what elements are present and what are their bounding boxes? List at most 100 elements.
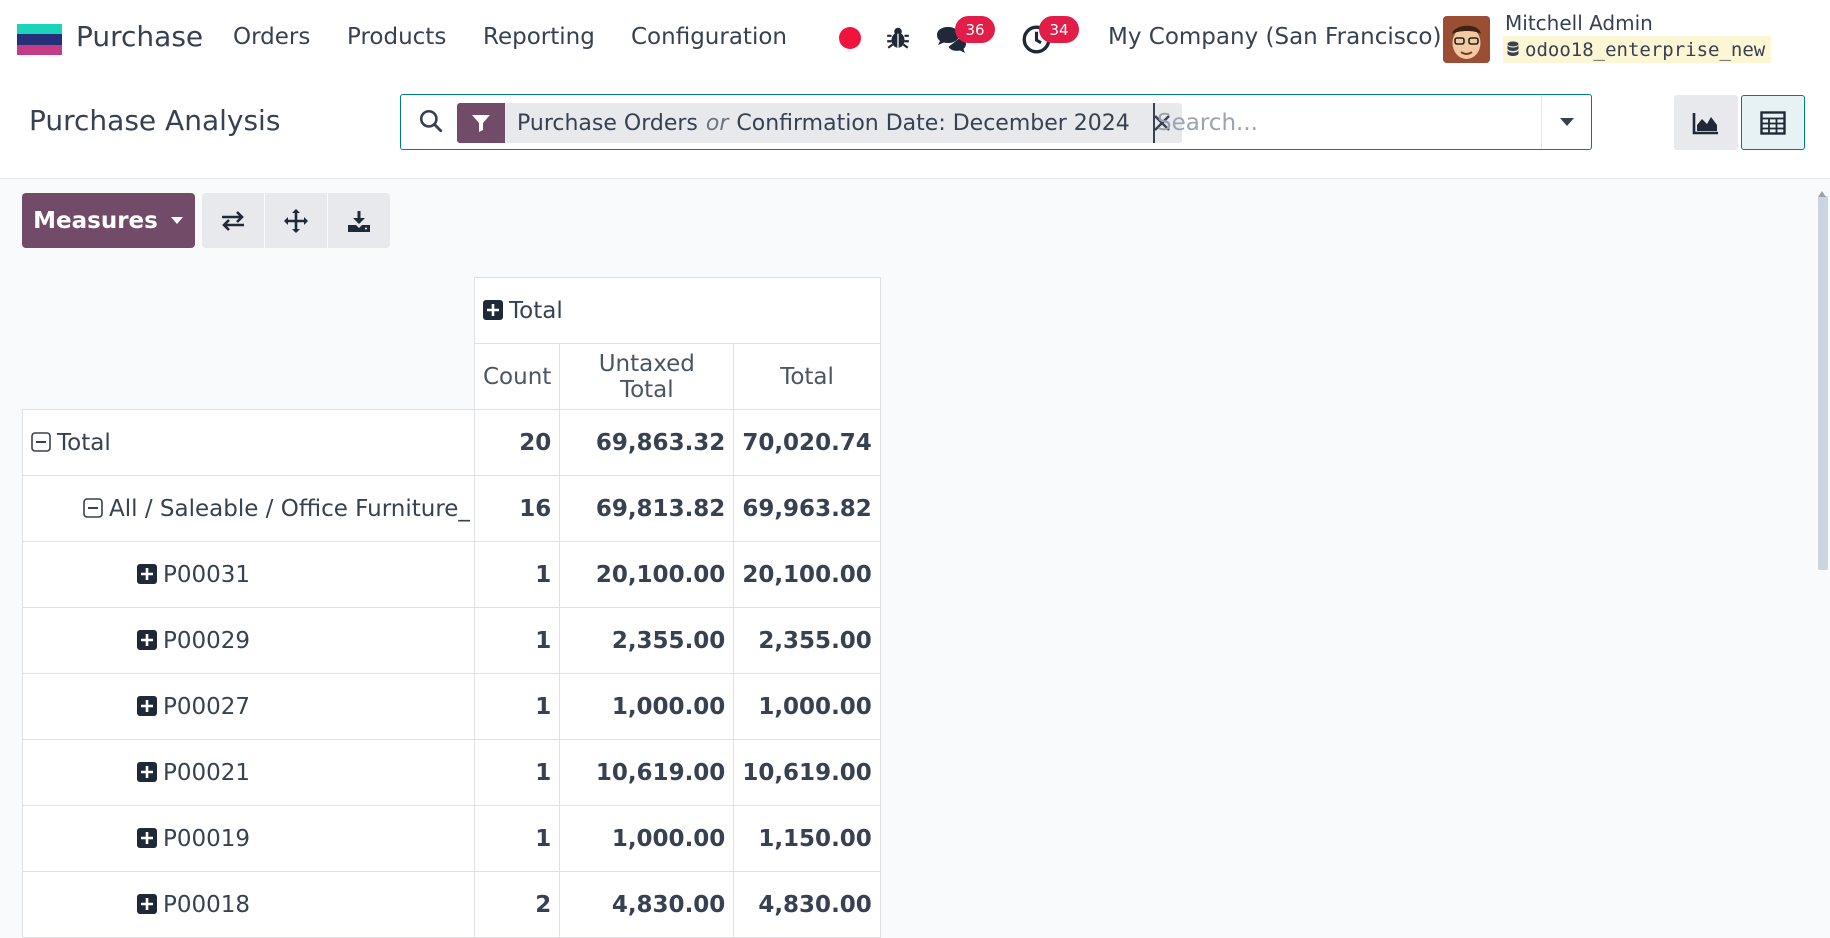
row-label: P00029 xyxy=(163,627,251,654)
cell-untaxed-total[interactable]: 69,813.82 xyxy=(559,475,735,542)
table-row: P00031 1 20,100.00 20,100.00 xyxy=(22,541,881,608)
record-dot-icon[interactable] xyxy=(839,27,861,49)
search-bar[interactable]: Purchase Orders or Confirmation Date: De… xyxy=(400,94,1592,150)
cell-count[interactable]: 1 xyxy=(473,607,561,674)
graph-view-button[interactable] xyxy=(1674,95,1738,150)
cell-count[interactable]: 20 xyxy=(473,409,561,476)
plus-square-icon xyxy=(137,563,157,584)
database-label: odoo18_enterprise_new xyxy=(1503,36,1772,63)
exchange-icon xyxy=(222,210,244,231)
facet-values: Purchase Orders or Confirmation Date: De… xyxy=(505,103,1142,143)
measure-untaxed-total[interactable]: Untaxed Total xyxy=(559,343,735,410)
cell-count[interactable]: 16 xyxy=(473,475,561,542)
scroll-up-arrow-icon[interactable] xyxy=(1818,182,1826,201)
cell-untaxed-total[interactable]: 69,863.32 xyxy=(559,409,735,476)
cell-total[interactable]: 4,830.00 xyxy=(733,871,881,938)
table-row: P00027 1 1,000.00 1,000.00 xyxy=(22,673,881,740)
plus-square-icon xyxy=(483,299,503,320)
row-label: Total xyxy=(57,429,111,456)
page-title: Purchase Analysis xyxy=(29,104,281,137)
row-label: P00021 xyxy=(163,759,251,786)
row-header-order[interactable]: P00029 xyxy=(22,607,475,674)
row-header-order[interactable]: P00018 xyxy=(22,871,475,938)
row-header-total[interactable]: Total xyxy=(22,409,475,476)
cell-count[interactable]: 2 xyxy=(473,871,561,938)
cell-untaxed-total[interactable]: 1,000.00 xyxy=(559,805,735,872)
pivot-view-button[interactable] xyxy=(1741,95,1805,150)
avatar[interactable] xyxy=(1443,16,1490,63)
cell-total[interactable]: 20,100.00 xyxy=(733,541,881,608)
cell-total[interactable]: 69,963.82 xyxy=(733,475,881,542)
menu-products[interactable]: Products xyxy=(347,24,446,50)
database-name: odoo18_enterprise_new xyxy=(1525,38,1766,61)
row-label: P00019 xyxy=(163,825,251,852)
pivot-corner xyxy=(23,278,475,410)
cell-total[interactable]: 2,355.00 xyxy=(733,607,881,674)
facet-or-separator: or xyxy=(705,110,729,136)
col-header-label: Total xyxy=(509,297,563,324)
cell-total[interactable]: 70,020.74 xyxy=(733,409,881,476)
col-header-total[interactable]: Total xyxy=(474,277,881,344)
measure-count[interactable]: Count xyxy=(473,343,561,410)
search-icon[interactable] xyxy=(418,108,444,138)
table-row: P00018 2 4,830.00 4,830.00 xyxy=(22,871,881,938)
minus-square-icon xyxy=(31,431,51,452)
flip-axis-button[interactable] xyxy=(202,193,264,248)
plus-square-icon xyxy=(137,893,157,914)
caret-down-icon xyxy=(1559,118,1574,126)
user-name[interactable]: Mitchell Admin xyxy=(1505,11,1653,35)
table-row: All / Saleable / Office Furniture_ 16 69… xyxy=(22,475,881,542)
cell-untaxed-total[interactable]: 4,830.00 xyxy=(559,871,735,938)
expand-all-button[interactable] xyxy=(265,193,327,248)
plus-square-icon xyxy=(137,695,157,716)
row-label: All / Saleable / Office Furniture_ xyxy=(109,495,470,522)
table-row: P00021 1 10,619.00 10,619.00 xyxy=(22,739,881,806)
cell-untaxed-total[interactable]: 2,355.00 xyxy=(559,607,735,674)
row-header-order[interactable]: P00031 xyxy=(22,541,475,608)
search-input[interactable] xyxy=(1153,103,1533,143)
app-logo-icon[interactable] xyxy=(17,24,62,55)
download-button[interactable] xyxy=(328,193,390,248)
cell-count[interactable]: 1 xyxy=(473,805,561,872)
measures-label: Measures xyxy=(33,207,158,234)
cell-total[interactable]: 10,619.00 xyxy=(733,739,881,806)
area-chart-icon xyxy=(1692,112,1718,134)
minus-square-icon xyxy=(83,497,103,518)
cell-count[interactable]: 1 xyxy=(473,673,561,740)
company-switcher[interactable]: My Company (San Francisco) xyxy=(1108,24,1441,50)
table-row: P00029 1 2,355.00 2,355.00 xyxy=(22,607,881,674)
app-name[interactable]: Purchase xyxy=(76,20,203,53)
activities-badge: 34 xyxy=(1039,16,1079,43)
plus-square-icon xyxy=(137,827,157,848)
scrollbar-thumb[interactable] xyxy=(1818,196,1828,570)
facet-value-confirmation-date: Confirmation Date: December 2024 xyxy=(736,110,1130,136)
row-header-category[interactable]: All / Saleable / Office Furniture_ xyxy=(22,475,475,542)
control-panel: Purchase Analysis Purchase Orders or Con… xyxy=(0,80,1830,179)
pivot-table: Total Count Untaxed Total Total Total 20… xyxy=(22,277,881,938)
table-row: Total 20 69,863.32 70,020.74 xyxy=(22,409,881,476)
row-header-order[interactable]: P00019 xyxy=(22,805,475,872)
menu-reporting[interactable]: Reporting xyxy=(483,24,595,50)
cell-untaxed-total[interactable]: 10,619.00 xyxy=(559,739,735,806)
row-header-order[interactable]: P00021 xyxy=(22,739,475,806)
row-header-order[interactable]: P00027 xyxy=(22,673,475,740)
filter-facet[interactable]: Purchase Orders or Confirmation Date: De… xyxy=(457,103,1182,143)
cell-total[interactable]: 1,150.00 xyxy=(733,805,881,872)
cell-count[interactable]: 1 xyxy=(473,739,561,806)
menu-configuration[interactable]: Configuration xyxy=(631,24,787,50)
cell-untaxed-total[interactable]: 20,100.00 xyxy=(559,541,735,608)
measure-total[interactable]: Total xyxy=(733,343,881,410)
cell-total[interactable]: 1,000.00 xyxy=(733,673,881,740)
database-icon xyxy=(1507,41,1519,56)
bug-icon[interactable] xyxy=(885,25,911,55)
menu-orders[interactable]: Orders xyxy=(233,24,310,50)
row-label: P00018 xyxy=(163,891,251,918)
cell-count[interactable]: 1 xyxy=(473,541,561,608)
row-label: P00027 xyxy=(163,693,251,720)
measures-button[interactable]: Measures xyxy=(22,193,195,248)
plus-square-icon xyxy=(137,629,157,650)
cell-untaxed-total[interactable]: 1,000.00 xyxy=(559,673,735,740)
search-options-toggle[interactable] xyxy=(1541,95,1591,149)
row-label: P00031 xyxy=(163,561,251,588)
caret-down-icon xyxy=(170,217,183,224)
